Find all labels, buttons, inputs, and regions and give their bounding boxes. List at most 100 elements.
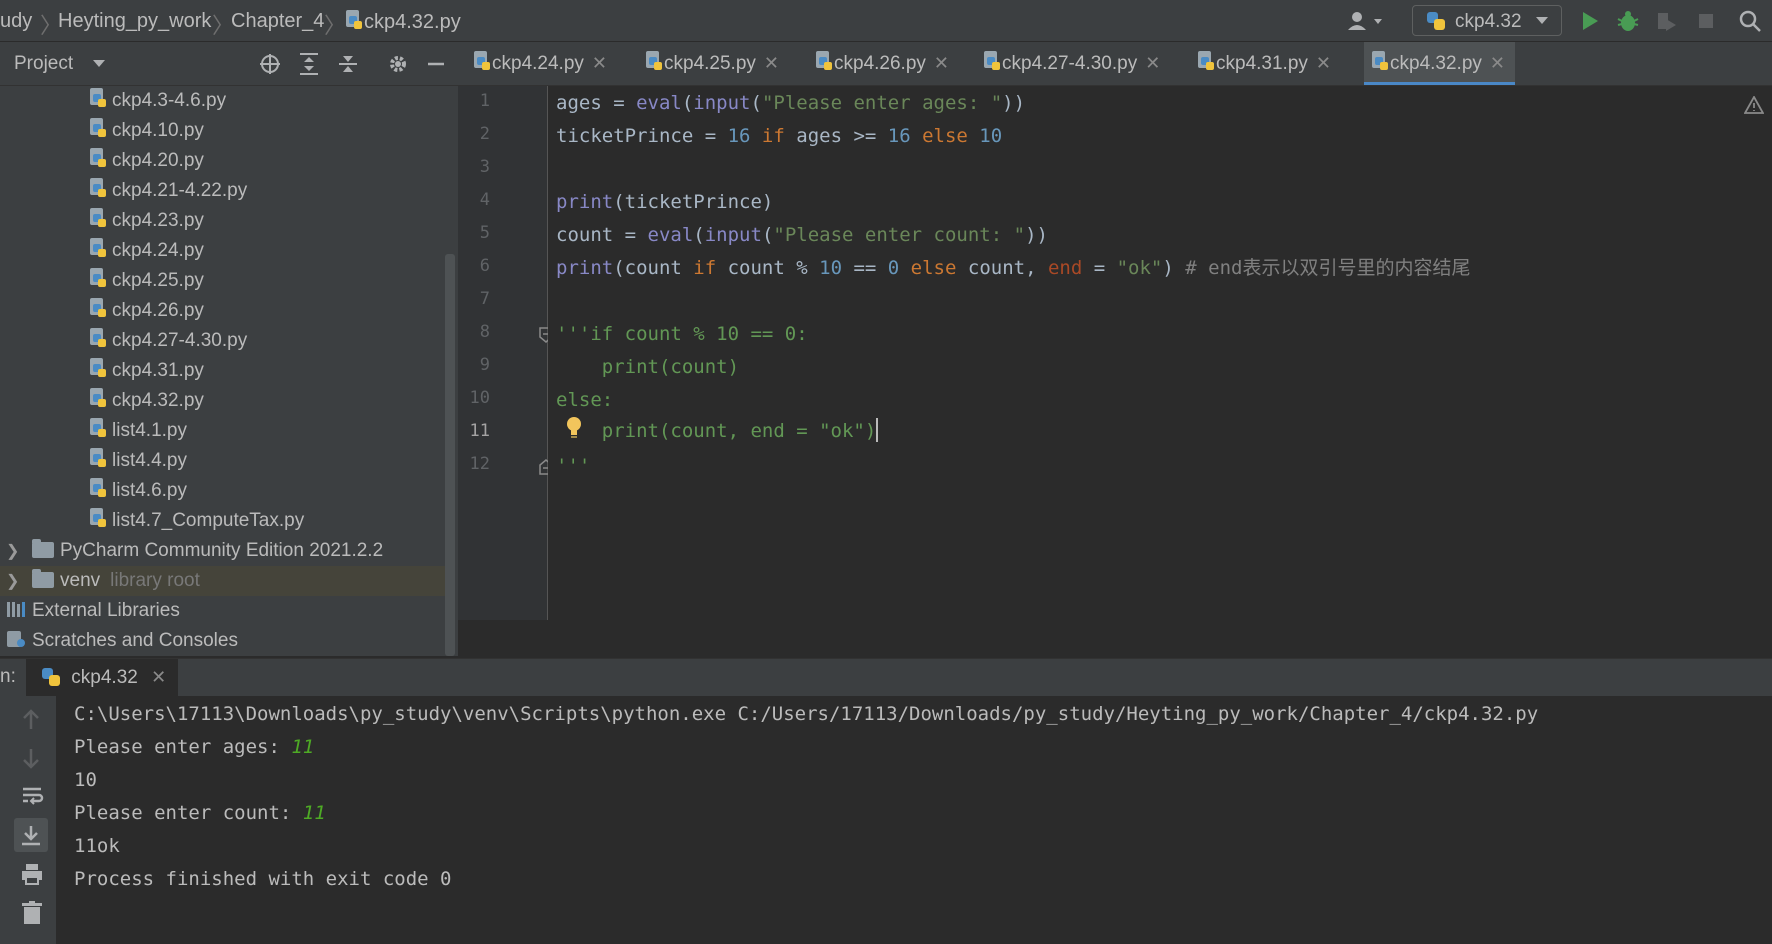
code-line-10: else: <box>556 389 614 411</box>
chevron-right-icon[interactable]: ❯ <box>6 541 19 561</box>
expand-all-icon[interactable] <box>297 52 321 76</box>
tab-ckp4-31[interactable]: ckp4.31.py ✕ <box>1196 42 1331 85</box>
breadcrumb-item-folder[interactable]: Heyting_py_work <box>58 10 211 33</box>
breadcrumb-item-project[interactable]: udy <box>0 10 32 33</box>
tab-label: ckp4.27-4.30.py <box>1002 53 1138 74</box>
close-icon[interactable]: ✕ <box>1490 53 1505 73</box>
python-file-icon <box>88 448 108 470</box>
tree-external-libraries[interactable]: External Libraries <box>6 596 180 626</box>
tab-ckp4-26[interactable]: ckp4.26.py ✕ <box>814 42 949 85</box>
breadcrumb-item-chapter[interactable]: Chapter_4 <box>231 10 324 33</box>
arrow-down-icon[interactable] <box>20 746 42 770</box>
line-number: 3 <box>479 157 490 177</box>
run-panel-header: n: ckp4.32 ✕ <box>0 658 1772 697</box>
tree-file-item[interactable]: ckp4.32.py <box>88 386 204 416</box>
python-file-icon <box>88 388 108 410</box>
tree-file-item[interactable]: ckp4.20.py <box>88 146 204 176</box>
close-icon[interactable]: ✕ <box>1145 53 1160 73</box>
warning-icon[interactable] <box>1744 96 1764 114</box>
tab-label: ckp4.31.py <box>1216 53 1308 74</box>
tree-scratches[interactable]: Scratches and Consoles <box>6 626 238 656</box>
tree-file-label: ckp4.24.py <box>112 240 204 261</box>
soft-wrap-icon[interactable] <box>20 784 44 808</box>
line-number: 5 <box>479 223 490 243</box>
python-file-icon <box>88 178 108 200</box>
search-icon[interactable] <box>1738 9 1762 33</box>
collapse-all-icon[interactable] <box>336 52 360 76</box>
hide-panel-icon[interactable] <box>424 52 448 76</box>
tree-file-item[interactable]: ckp4.31.py <box>88 356 204 386</box>
print-icon[interactable] <box>20 862 44 886</box>
lightbulb-icon[interactable] <box>565 416 583 440</box>
tree-file-label: list4.4.py <box>112 450 187 471</box>
tree-file-item[interactable]: ckp4.26.py <box>88 296 204 326</box>
debug-icon[interactable] <box>1616 9 1640 33</box>
locate-icon[interactable] <box>258 52 282 76</box>
trash-icon[interactable] <box>20 900 44 926</box>
python-file-icon <box>88 118 108 140</box>
python-file-icon <box>1370 51 1390 73</box>
tab-ckp4-25[interactable]: ckp4.25.py ✕ <box>644 42 779 85</box>
close-icon[interactable]: ✕ <box>1316 53 1331 73</box>
run-tab-ckp4-32[interactable]: ckp4.32 ✕ <box>26 659 179 697</box>
scroll-to-end-toggle[interactable] <box>14 818 48 852</box>
tab-ckp4-32[interactable]: ckp4.32.py ✕ <box>1364 42 1515 85</box>
tree-folder-pycharm[interactable]: PyCharm Community Edition 2021.2.2 <box>32 536 383 566</box>
python-file-icon <box>344 10 364 32</box>
tree-file-item[interactable]: list4.4.py <box>88 446 187 476</box>
run-console[interactable]: C:\Users\17113\Downloads\py_study\venv\S… <box>56 696 1772 944</box>
code-editor[interactable]: ages = eval(input("Please enter ages: ")… <box>548 86 1772 620</box>
python-file-icon <box>88 238 108 260</box>
tab-label: ckp4.32.py <box>1390 53 1482 74</box>
code-line-4: print(ticketPrince) <box>556 191 774 213</box>
chevron-right-icon[interactable]: ❯ <box>6 571 19 591</box>
tab-ckp4-24[interactable]: ckp4.24.py ✕ <box>472 42 607 85</box>
close-icon[interactable]: ✕ <box>592 53 607 73</box>
project-view-selector[interactable]: Project <box>14 53 106 75</box>
tree-file-item[interactable]: list4.7_ComputeTax.py <box>88 506 304 536</box>
console-user-input: 11 <box>291 736 315 758</box>
line-number: 8 <box>479 322 490 342</box>
gear-icon[interactable] <box>386 52 410 76</box>
tab-ckp4-27-4-30[interactable]: ckp4.27-4.30.py ✕ <box>982 42 1160 85</box>
stop-icon[interactable] <box>1694 9 1718 33</box>
tree-file-label: list4.6.py <box>112 480 187 501</box>
tree-file-item[interactable]: list4.1.py <box>88 416 187 446</box>
tree-file-label: ckp4.31.py <box>112 360 204 381</box>
arrow-up-icon[interactable] <box>20 708 42 732</box>
close-icon[interactable]: ✕ <box>151 667 166 687</box>
run-configuration-selector[interactable]: ckp4.32 <box>1412 5 1562 36</box>
tree-file-item[interactable]: ckp4.3-4.6.py <box>88 86 226 116</box>
run-configuration-label: ckp4.32 <box>1455 11 1522 32</box>
console-output: 11ok <box>74 835 120 857</box>
python-file-icon <box>472 51 492 73</box>
breadcrumb-item-file[interactable]: ckp4.32.py <box>344 10 461 34</box>
run-icon[interactable] <box>1578 9 1602 33</box>
tree-file-item[interactable]: ckp4.10.py <box>88 116 204 146</box>
tree-folder-venv[interactable]: venv library root <box>32 566 200 596</box>
tree-file-item[interactable]: ckp4.21-4.22.py <box>88 176 247 206</box>
close-icon[interactable]: ✕ <box>764 53 779 73</box>
tree-file-item[interactable]: ckp4.24.py <box>88 236 204 266</box>
tree-file-item[interactable]: ckp4.27-4.30.py <box>88 326 247 356</box>
line-number: 10 <box>469 388 490 408</box>
code-line-11: print(count, end = "ok") <box>556 418 879 442</box>
project-scrollbar[interactable] <box>445 254 455 656</box>
library-icon <box>7 602 25 617</box>
tree-file-item[interactable]: list4.6.py <box>88 476 187 506</box>
tree-file-label: ckp4.25.py <box>112 270 204 291</box>
editor-gutter: 1 2 3 4 5 6 7 8 9 10 11 12 <box>458 86 553 620</box>
python-file-icon <box>88 88 108 110</box>
user-icon[interactable] <box>1346 9 1386 33</box>
line-number: 12 <box>469 454 490 474</box>
tree-file-item[interactable]: ckp4.23.py <box>88 206 204 236</box>
console-line: Please enter ages: 11 <box>74 736 315 758</box>
python-file-icon <box>88 478 108 500</box>
tree-file-label: ckp4.32.py <box>112 390 204 411</box>
project-tree: ckp4.3-4.6.py ckp4.10.py ckp4.20.py ckp4… <box>0 86 458 656</box>
tree-folder-label: PyCharm Community Edition 2021.2.2 <box>60 540 384 561</box>
close-icon[interactable]: ✕ <box>934 53 949 73</box>
tab-label: ckp4.26.py <box>834 53 926 74</box>
coverage-icon[interactable] <box>1654 9 1678 33</box>
tree-file-item[interactable]: ckp4.25.py <box>88 266 204 296</box>
